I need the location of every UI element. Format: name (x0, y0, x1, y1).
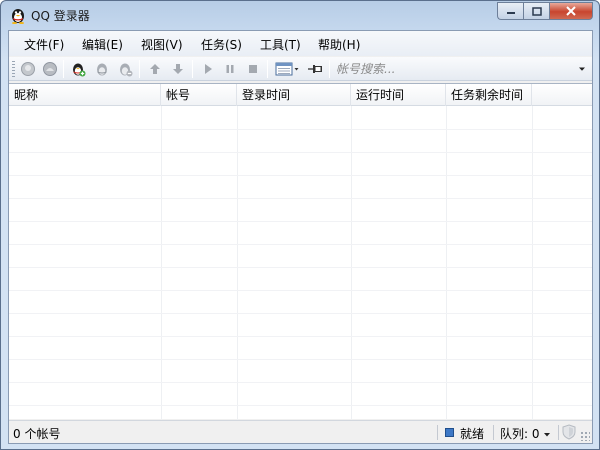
add-account-icon (73, 63, 86, 77)
move-down-button[interactable] (169, 60, 187, 78)
resize-grip[interactable] (580, 431, 590, 441)
edit-account-button[interactable] (93, 60, 111, 78)
list-header: 昵称 帐号 登录时间 运行时间 任务剩余时间 (9, 84, 592, 106)
search-dropdown-button[interactable] (575, 60, 589, 78)
ready-indicator-icon (445, 428, 454, 437)
close-button[interactable] (549, 2, 593, 20)
account-search (333, 60, 589, 78)
maximize-icon (531, 6, 542, 16)
logout-icon (43, 62, 57, 76)
shield-icon (562, 424, 576, 440)
column-task-remaining[interactable]: 任务剩余时间 (446, 84, 532, 106)
title-bar[interactable]: QQ 登录器 (1, 1, 599, 29)
menu-help[interactable]: 帮助(H) (318, 36, 360, 53)
client-area: 文件(F) 编辑(E) 视图(V) 任务(S) 工具(T) 帮助(H) 帐号搜索… (8, 30, 593, 444)
qq-penguin-icon (12, 9, 24, 24)
close-icon (566, 6, 576, 16)
chevron-down-icon (544, 433, 550, 437)
delete-account-button[interactable] (116, 60, 134, 78)
account-search-input[interactable] (333, 60, 571, 78)
minimize-icon (506, 12, 515, 14)
column-run-time[interactable]: 运行时间 (351, 84, 446, 106)
queue-status: 队列: 0 (500, 427, 540, 441)
edit-account-icon (97, 63, 107, 76)
stop-button[interactable] (244, 60, 262, 78)
stop-icon (249, 65, 257, 73)
pin-button[interactable] (306, 60, 324, 78)
account-count: 0 个帐号 (13, 427, 61, 441)
pause-button[interactable] (221, 60, 239, 78)
menu-view[interactable]: 视图(V) (141, 36, 183, 53)
add-account-button[interactable] (69, 60, 87, 78)
column-nickname[interactable]: 昵称 (9, 84, 161, 106)
move-down-icon (173, 64, 183, 74)
login-button[interactable] (19, 60, 37, 78)
start-button[interactable] (199, 60, 217, 78)
delete-account-icon (120, 63, 133, 77)
move-up-icon (150, 64, 160, 74)
app-window: QQ 登录器 文件(F) 编辑(E) 视图(V) 任务(S) 工具(T) 帮助(… (0, 0, 600, 450)
pause-icon (226, 65, 234, 73)
column-login-time[interactable]: 登录时间 (237, 84, 351, 106)
account-list[interactable]: 昵称 帐号 登录时间 运行时间 任务剩余时间 (9, 83, 592, 420)
pin-icon (308, 65, 322, 73)
column-account[interactable]: 帐号 (161, 84, 237, 106)
queue-dropdown-button[interactable] (543, 427, 553, 437)
menu-file[interactable]: 文件(F) (24, 36, 64, 53)
ready-status: 就绪 (460, 427, 485, 441)
window-title: QQ 登录器 (31, 9, 90, 23)
shield-button[interactable] (562, 424, 578, 440)
logout-button[interactable] (41, 60, 59, 78)
start-icon (205, 64, 212, 74)
status-bar: 0 个帐号 就绪 队列: 0 (9, 420, 592, 443)
maximize-button[interactable] (523, 2, 549, 20)
menu-tools[interactable]: 工具(T) (260, 36, 301, 53)
toolbar-grip[interactable] (12, 61, 15, 77)
chevron-down-icon (579, 67, 585, 71)
toolbar (9, 57, 592, 81)
login-icon (21, 62, 35, 76)
view-mode-icon (275, 62, 299, 76)
menu-task[interactable]: 任务(S) (201, 36, 242, 53)
menu-bar: 文件(F) 编辑(E) 视图(V) 任务(S) 工具(T) 帮助(H) (9, 31, 592, 56)
view-mode-button[interactable] (274, 60, 302, 78)
minimize-button[interactable] (497, 2, 523, 20)
menu-edit[interactable]: 编辑(E) (82, 36, 123, 53)
move-up-button[interactable] (146, 60, 164, 78)
